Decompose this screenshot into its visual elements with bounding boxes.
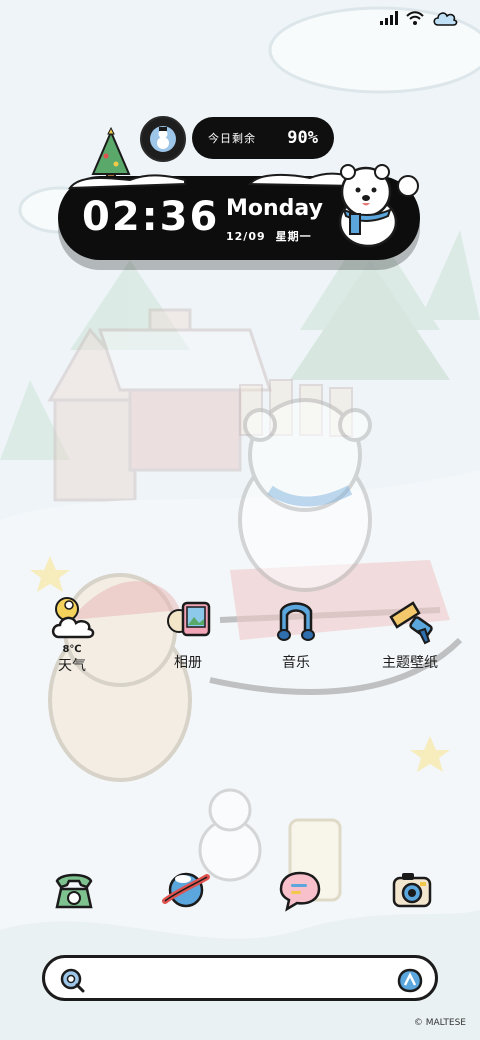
signal-icon bbox=[380, 11, 398, 25]
snowman-avatar[interactable] bbox=[140, 116, 186, 162]
battery-widget[interactable]: 今日剩余 90% bbox=[192, 117, 334, 159]
polar-bear-icon bbox=[338, 164, 419, 248]
app-gallery[interactable]: 相册 bbox=[148, 596, 228, 672]
assistant-icon[interactable] bbox=[397, 967, 423, 993]
search-icon[interactable] bbox=[59, 967, 85, 993]
app-weather[interactable]: 8℃ 天气 bbox=[32, 592, 112, 675]
app-music[interactable]: 音乐 bbox=[256, 596, 336, 672]
wifi-icon bbox=[406, 11, 424, 25]
snow-cap-decoration bbox=[68, 172, 359, 190]
date-line: 12/09 星期一 bbox=[226, 228, 312, 244]
weather-icon bbox=[51, 597, 95, 639]
dock-messages[interactable] bbox=[272, 862, 328, 918]
copyright-text: © MALTESE bbox=[413, 1018, 466, 1028]
battery-label: 今日剩余 bbox=[208, 132, 256, 145]
music-icon bbox=[277, 602, 315, 641]
snowman-icon bbox=[150, 126, 176, 152]
date: 12/09 bbox=[226, 230, 266, 243]
dock-browser[interactable] bbox=[158, 862, 214, 918]
theme-wallpaper-icon bbox=[389, 601, 433, 645]
camera-icon bbox=[392, 873, 432, 908]
gallery-icon bbox=[167, 601, 211, 637]
search-bar[interactable] bbox=[42, 955, 438, 1001]
weather-temperature: 8℃ bbox=[62, 644, 82, 655]
weekday-cn: 星期一 bbox=[275, 230, 312, 243]
dock-phone[interactable] bbox=[46, 862, 102, 918]
messages-icon bbox=[279, 871, 321, 912]
weekday: Monday bbox=[226, 196, 323, 221]
status-bar bbox=[380, 10, 458, 26]
browser-icon bbox=[162, 872, 210, 908]
app-label: 相册 bbox=[174, 655, 202, 671]
app-label: 天气 bbox=[58, 658, 86, 674]
clock-time: 02:36 bbox=[82, 194, 220, 240]
app-label: 音乐 bbox=[282, 655, 310, 671]
app-label: 主题壁纸 bbox=[382, 655, 438, 671]
cloud-icon bbox=[433, 12, 458, 26]
app-theme-wallpaper[interactable]: 主题壁纸 bbox=[370, 596, 450, 672]
dock-camera[interactable] bbox=[384, 862, 440, 918]
battery-value: 90% bbox=[287, 128, 318, 148]
phone-icon bbox=[55, 873, 93, 909]
